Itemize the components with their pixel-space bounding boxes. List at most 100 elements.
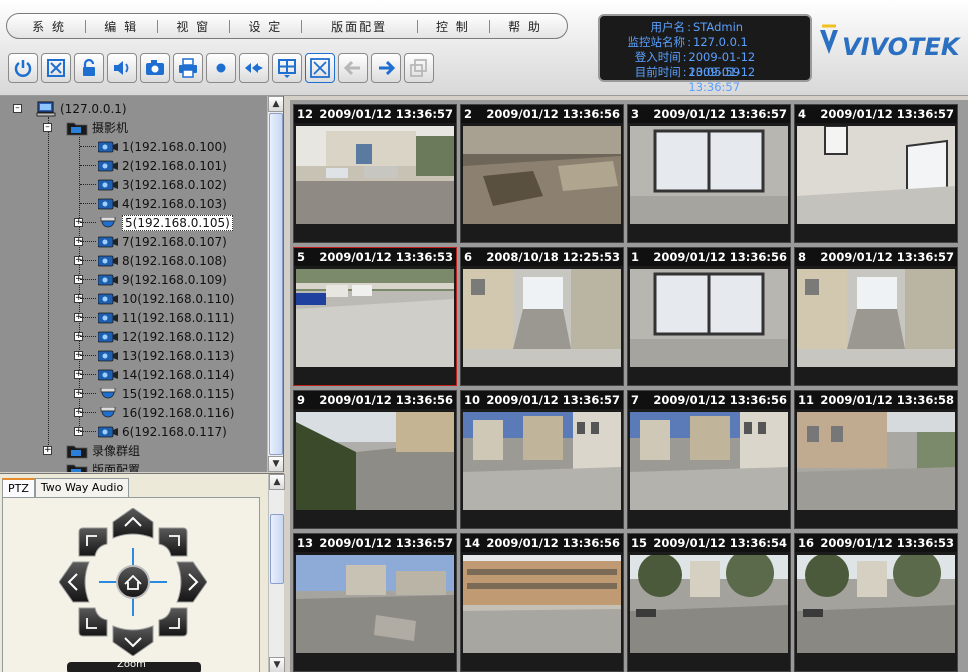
- tree-camera-item[interactable]: 16(192.168.0.116): [98, 403, 234, 422]
- tree-camera-item[interactable]: 7(192.168.0.107): [98, 232, 227, 251]
- ptz-up-right-button[interactable]: [158, 527, 188, 557]
- video-cell-title: 3 2009/01/12 13:36:57: [628, 105, 790, 123]
- tree-camera-item[interactable]: 10(192.168.0.110): [98, 289, 234, 308]
- tree-layout-group[interactable]: 版面配置: [66, 460, 140, 472]
- tree-camera-item[interactable]: 5(192.168.0.105): [98, 213, 233, 232]
- tree-camera-item[interactable]: 3(192.168.0.102): [98, 175, 227, 194]
- scroll-thumb[interactable]: [269, 113, 283, 455]
- video-cell[interactable]: 2 2009/01/12 13:36:56: [460, 104, 624, 243]
- menu-control[interactable]: 控 制: [416, 18, 489, 35]
- tree-camera-item[interactable]: 12(192.168.0.112): [98, 327, 234, 346]
- ptz-scroll-down-button[interactable]: ▼: [269, 657, 285, 672]
- menu-help[interactable]: 帮 助: [488, 18, 561, 35]
- record-button[interactable]: [206, 53, 236, 83]
- ptz-down-button[interactable]: [112, 625, 154, 656]
- camera-group-collapse-toggle[interactable]: –: [43, 123, 52, 132]
- ptz-down-right-button[interactable]: [158, 607, 188, 637]
- vivotek-logo: VIVOTEK: [820, 24, 962, 61]
- video-cell[interactable]: 11 2009/01/12 13:36:58: [794, 390, 958, 529]
- video-cell[interactable]: 14 2009/01/12 13:36:56: [460, 533, 624, 672]
- video-cell[interactable]: 3 2009/01/12 13:36:57: [627, 104, 791, 243]
- layout-button[interactable]: [41, 53, 71, 83]
- video-feed-image: [296, 412, 454, 510]
- lock-button[interactable]: [74, 53, 104, 83]
- video-feed-image: [630, 412, 788, 510]
- video-cell[interactable]: 6 2008/10/18 12:25:53: [460, 247, 624, 386]
- ptz-up-left-button[interactable]: [78, 527, 108, 557]
- video-cell[interactable]: 12 2009/01/12 13:36:57: [293, 104, 457, 243]
- tree-camera-item[interactable]: 4(192.168.0.103): [98, 194, 227, 213]
- forward-button[interactable]: [371, 53, 401, 83]
- video-cell[interactable]: 10 2009/01/12 13:36:57: [460, 390, 624, 529]
- computer-icon: [36, 101, 56, 116]
- tree-root[interactable]: (127.0.0.1): [36, 99, 127, 118]
- back-button[interactable]: [338, 53, 368, 83]
- tree-camera-item[interactable]: 1(192.168.0.100): [98, 137, 227, 156]
- fullscreen-icon: [310, 58, 330, 78]
- camera-icon: [98, 426, 118, 437]
- fullscreen-button[interactable]: [305, 53, 335, 83]
- audio-button[interactable]: [107, 53, 137, 83]
- recording-group-expand-toggle[interactable]: +: [43, 446, 52, 455]
- tree-branch-line: [80, 317, 96, 318]
- tree-scrollbar[interactable]: ▲ ▼: [267, 96, 283, 472]
- video-cell[interactable]: 13 2009/01/12 13:36:57: [293, 533, 457, 672]
- video-cell[interactable]: 8 2009/01/12 13:36:57: [794, 247, 958, 386]
- video-cell[interactable]: 5 2009/01/12 13:36:53: [293, 247, 457, 386]
- tree-camera-item[interactable]: 11(192.168.0.111): [98, 308, 234, 327]
- tree-branch-line: [80, 412, 96, 413]
- print-button[interactable]: [173, 53, 203, 83]
- video-cell[interactable]: 4 2009/01/12 13:36:57: [794, 104, 958, 243]
- menu-layout[interactable]: 版面配置: [301, 18, 416, 35]
- tree-root-label: (127.0.0.1): [60, 101, 127, 116]
- video-cell-title: 1 2009/01/12 13:36:56: [628, 248, 790, 266]
- tree-camera-item[interactable]: 15(192.168.0.115): [98, 384, 234, 403]
- ptz-right-button[interactable]: [176, 561, 207, 603]
- menu-settings[interactable]: 设 定: [229, 18, 301, 35]
- zoom-control[interactable]: Zoom: [67, 662, 201, 672]
- snapshot-button[interactable]: [140, 53, 170, 83]
- tree-guide-line: [48, 117, 49, 447]
- ptz-down-left-button[interactable]: [78, 607, 108, 637]
- ptz-scroll-up-button[interactable]: ▲: [269, 474, 285, 490]
- tree-camera-item[interactable]: 13(192.168.0.113): [98, 346, 234, 365]
- video-cell[interactable]: 7 2009/01/12 13:36:56: [627, 390, 791, 529]
- copy-button[interactable]: [404, 53, 434, 83]
- tree-recording-group[interactable]: 录像群组: [66, 441, 140, 460]
- camera-icon: [98, 312, 118, 323]
- tree-camera-item[interactable]: 9(192.168.0.109): [98, 270, 227, 289]
- power-button[interactable]: [8, 53, 38, 83]
- tree-camera-item-label: 10(192.168.0.110): [122, 291, 235, 306]
- menu-system[interactable]: 系 统: [13, 18, 85, 35]
- video-cell[interactable]: 16 2009/01/12 13:36:53: [794, 533, 958, 672]
- video-cell[interactable]: 15 2009/01/12 13:36:54: [627, 533, 791, 672]
- root-collapse-toggle[interactable]: –: [13, 104, 22, 113]
- tree-camera-item-label: 6(192.168.0.117): [122, 424, 227, 439]
- split-view-button[interactable]: [272, 53, 302, 83]
- ptz-home-button[interactable]: [116, 565, 150, 599]
- ptz-scroll-thumb[interactable]: [270, 514, 284, 584]
- tab-ptz[interactable]: PTZ: [2, 478, 35, 499]
- scroll-down-button[interactable]: ▼: [268, 456, 283, 472]
- ptz-scrollbar[interactable]: ▲ ▼: [268, 474, 285, 672]
- menu-window[interactable]: 视 窗: [157, 18, 229, 35]
- tree-camera-item[interactable]: 2(192.168.0.101): [98, 156, 227, 175]
- scroll-up-button[interactable]: ▲: [268, 96, 283, 112]
- ptz-up-button[interactable]: [112, 508, 154, 539]
- tree-camera-item[interactable]: 8(192.168.0.108): [98, 251, 227, 270]
- video-cell-title: 13 2009/01/12 13:36:57: [294, 534, 456, 552]
- camera-number: 2: [464, 107, 473, 121]
- tree-branch-line: [80, 298, 96, 299]
- playback-button[interactable]: [239, 53, 269, 83]
- menu-bar: 系 统 编 辑 视 窗 设 定 版面配置 控 制 帮 助: [6, 13, 568, 39]
- tree-camera-item[interactable]: 14(192.168.0.114): [98, 365, 234, 384]
- ptz-left-button[interactable]: [59, 561, 90, 603]
- tab-two-way-audio[interactable]: Two Way Audio: [34, 478, 130, 498]
- camera-icon: [98, 369, 118, 380]
- tree-camera-group[interactable]: 摄影机: [66, 118, 128, 137]
- video-cell[interactable]: 9 2009/01/12 13:36:56: [293, 390, 457, 529]
- tree-camera-item[interactable]: 6(192.168.0.117): [98, 422, 227, 441]
- video-cell[interactable]: 1 2009/01/12 13:36:56: [627, 247, 791, 386]
- video-cell-title: 6 2008/10/18 12:25:53: [461, 248, 623, 266]
- menu-edit[interactable]: 编 辑: [85, 18, 157, 35]
